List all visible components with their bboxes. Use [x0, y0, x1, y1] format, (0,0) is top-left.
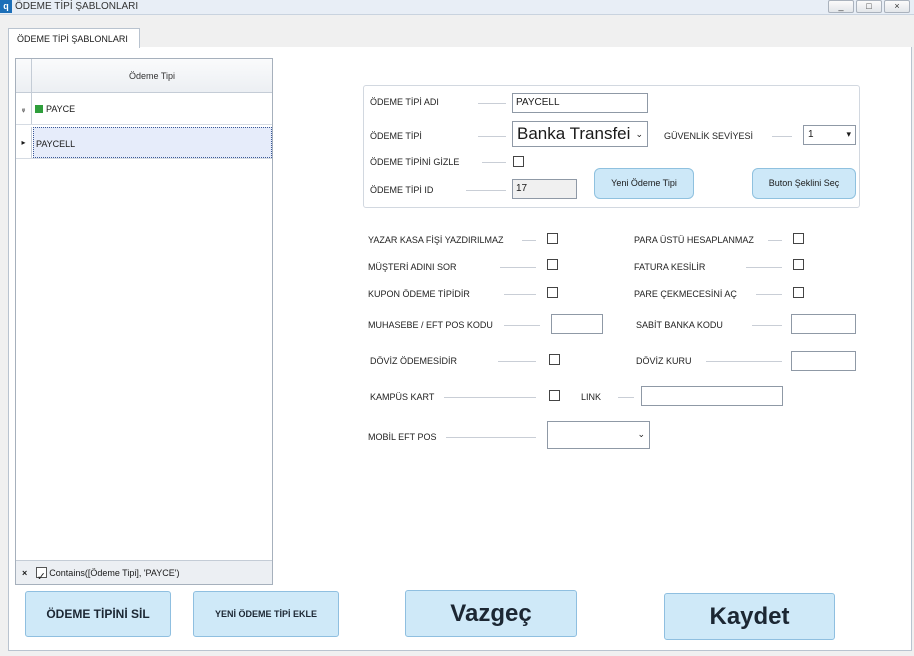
doviz-odemesidir-checkbox[interactable]: [549, 354, 560, 365]
kupon-odeme-tipidir-checkbox[interactable]: [547, 287, 558, 298]
pare-cekmecesini-ac-label: PARE ÇEKMECESİNİ AÇ: [634, 289, 737, 299]
divider: [746, 267, 782, 268]
clear-filter-icon[interactable]: ×: [22, 568, 27, 578]
sabit-banka-kodu-input[interactable]: [791, 314, 856, 334]
guvenlik-seviyesi-value: 1: [808, 129, 814, 140]
kampus-kart-checkbox[interactable]: [549, 390, 560, 401]
doviz-odemesidir-label: DÖVİZ ÖDEMESİDİR: [370, 356, 458, 366]
chevron-down-icon: ⌄: [637, 429, 645, 439]
guvenlik-seviyesi-select[interactable]: 1 ▾: [803, 125, 856, 145]
divider: [498, 361, 536, 362]
filter-row-marker: ᵩ: [16, 93, 32, 124]
grid-indicator-column: [16, 59, 32, 93]
filter-cell[interactable]: PAYCE: [33, 93, 272, 124]
close-button[interactable]: ×: [884, 0, 910, 13]
divider: [522, 240, 536, 241]
odeme-tipi-adi-label: ÖDEME TİPİ ADI: [370, 97, 439, 107]
dropdown-arrow-icon: ▾: [846, 129, 851, 139]
odeme-tipi-label: ÖDEME TİPİ: [370, 131, 422, 141]
doviz-kuru-input[interactable]: [791, 351, 856, 371]
musteri-adini-sor-label: MÜŞTERİ ADINI SOR: [368, 262, 457, 272]
kampus-kart-label: KAMPÜS KART: [370, 392, 435, 402]
musteri-adini-sor-checkbox[interactable]: [547, 259, 558, 270]
divider: [466, 190, 506, 191]
link-input[interactable]: [641, 386, 783, 406]
divider: [504, 325, 540, 326]
divider: [446, 437, 536, 438]
delete-payment-type-button[interactable]: ÖDEME TİPİNİ SİL: [25, 591, 171, 637]
doviz-kuru-label: DÖVİZ KURU: [636, 356, 692, 366]
divider: [756, 294, 782, 295]
yazar-kasa-checkbox[interactable]: [547, 233, 558, 244]
odeme-tipini-gizle-checkbox[interactable]: [513, 156, 524, 167]
filter-condition-icon[interactable]: [35, 105, 43, 113]
sabit-banka-kodu-label: SABİT BANKA KODU: [636, 320, 723, 330]
yazar-kasa-label: YAZAR KASA FİŞİ YAZDIRILMAZ: [368, 235, 504, 245]
add-payment-type-button[interactable]: YENİ ÖDEME TİPİ EKLE: [193, 591, 339, 637]
window-title: ÖDEME TİPİ ŞABLONLARI: [15, 1, 139, 12]
grid-filter-row[interactable]: ᵩ PAYCE: [16, 93, 272, 125]
odeme-tipi-id-label: ÖDEME TİPİ ID: [370, 185, 434, 195]
divider: [752, 325, 782, 326]
divider: [618, 397, 634, 398]
grid-header: Ödeme Tipi: [16, 59, 272, 93]
minimize-button[interactable]: _: [828, 0, 854, 13]
grid-filter-panel: × Contains([Ödeme Tipi], 'PAYCE'): [16, 560, 272, 589]
filter-expression[interactable]: Contains([Ödeme Tipi], 'PAYCE'): [49, 568, 179, 578]
odeme-tipini-gizle-label: ÖDEME TİPİNİ GİZLE: [370, 157, 460, 167]
fatura-kesilir-label: FATURA KESİLİR: [634, 262, 706, 272]
column-header-odeme-tipi[interactable]: Ödeme Tipi: [32, 59, 272, 93]
payment-type-grid: Ödeme Tipi ᵩ PAYCE ▸ PAYCELL × Contains(…: [15, 58, 273, 589]
link-label: LINK: [581, 392, 602, 402]
divider: [504, 294, 536, 295]
divider: [478, 136, 506, 137]
filter-enabled-checkbox[interactable]: [35, 565, 47, 589]
odeme-tipi-select[interactable]: Banka Transfei ⌄: [512, 121, 648, 147]
mobil-eft-pos-select[interactable]: ⌄: [547, 421, 650, 449]
divider: [482, 162, 506, 163]
divider: [500, 267, 536, 268]
divider: [768, 240, 782, 241]
tab-odeme-tipi-sablonlari[interactable]: ÖDEME TİPİ ŞABLONLARI: [8, 28, 140, 48]
muhasebe-kodu-label: MUHASEBE / EFT POS KODU: [368, 320, 493, 330]
maximize-button[interactable]: □: [856, 0, 882, 13]
filter-value: PAYCE: [46, 104, 76, 114]
odeme-tipi-selected-value: Banka Transfei: [517, 124, 631, 143]
guvenlik-seviyesi-label: GÜVENLİK SEVİYESİ: [664, 131, 754, 141]
buton-seklini-sec-button[interactable]: Buton Şeklini Seç: [752, 168, 856, 199]
row-cell-odeme-tipi[interactable]: PAYCELL: [33, 127, 272, 158]
yeni-odeme-tipi-button[interactable]: Yeni Ödeme Tipi: [594, 168, 694, 199]
save-button[interactable]: Kaydet: [664, 593, 835, 640]
divider: [772, 136, 792, 137]
divider: [478, 103, 506, 104]
divider: [706, 361, 782, 362]
chevron-down-icon: ⌄: [635, 129, 643, 139]
cancel-button[interactable]: Vazgeç: [405, 590, 577, 637]
muhasebe-kodu-input[interactable]: [551, 314, 603, 334]
fatura-kesilir-checkbox[interactable]: [793, 259, 804, 270]
para-ustu-label: PARA ÜSTÜ HESAPLANMAZ: [634, 235, 754, 245]
table-row[interactable]: ▸ PAYCELL: [16, 127, 272, 159]
row-indicator: ▸: [16, 127, 32, 158]
kupon-odeme-tipidir-label: KUPON ÖDEME TİPİDİR: [368, 289, 470, 299]
window-titlebar: q ÖDEME TİPİ ŞABLONLARI _ □ ×: [0, 0, 914, 15]
odeme-tipi-adi-input[interactable]: PAYCELL: [512, 93, 648, 113]
odeme-tipi-id-input: 17: [512, 179, 577, 199]
pare-cekmecesini-ac-checkbox[interactable]: [793, 287, 804, 298]
divider: [444, 397, 536, 398]
app-icon: q: [0, 0, 12, 13]
para-ustu-checkbox[interactable]: [793, 233, 804, 244]
mobil-eft-pos-label: MOBİL EFT POS: [368, 432, 437, 442]
